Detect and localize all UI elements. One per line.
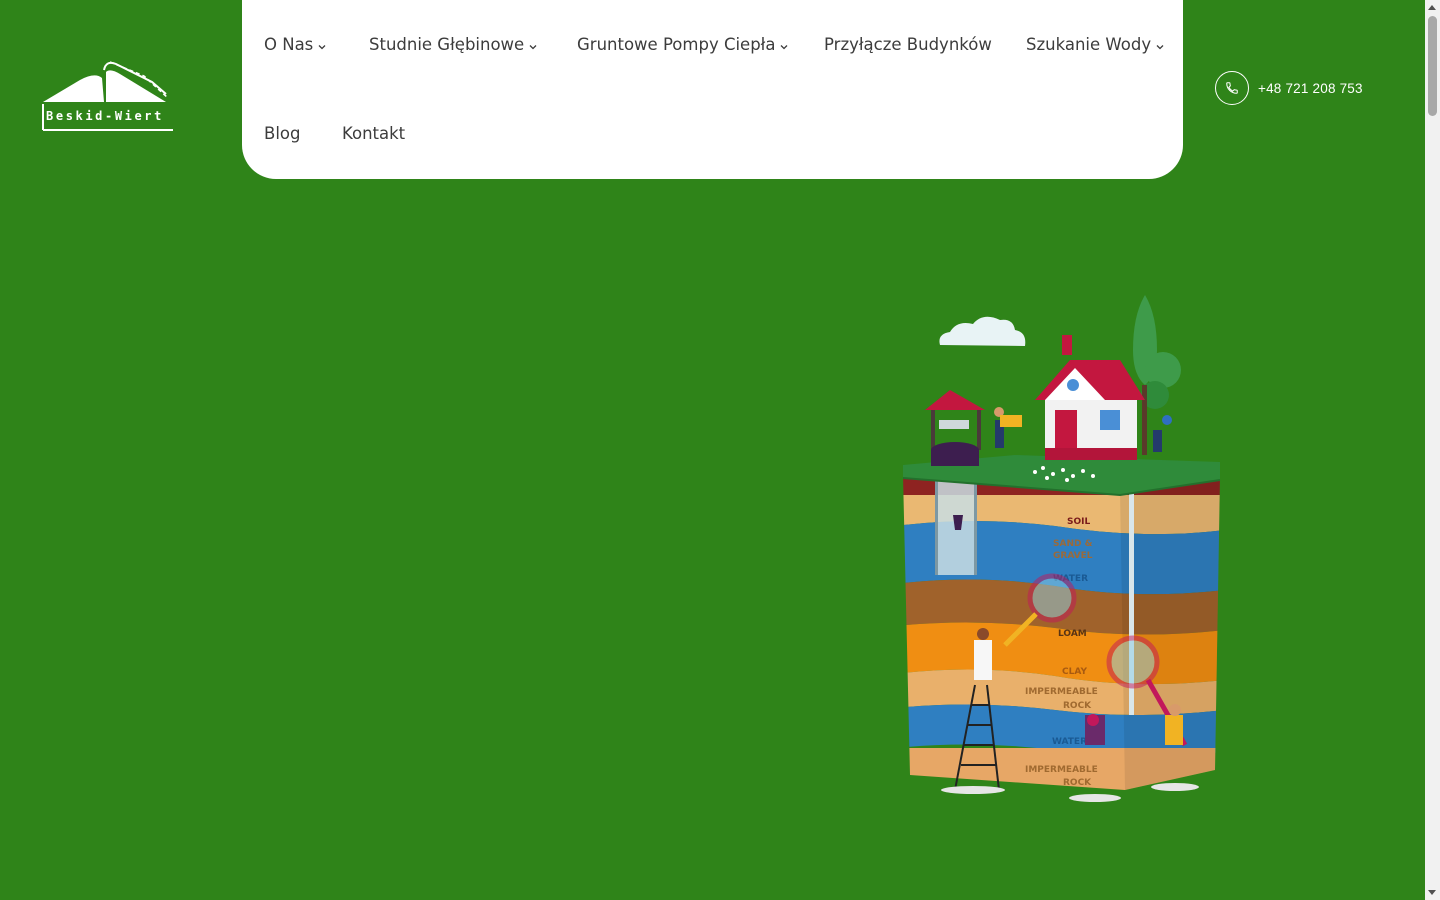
brand-logo[interactable]: Beskid-Wiert	[40, 58, 176, 134]
nav-item-blog[interactable]: Blog	[264, 124, 300, 143]
nav-item-o-nas[interactable]: O Nas	[264, 35, 327, 54]
nav-item-gruntowe-pompy-ciepla[interactable]: Gruntowe Pompy Ciepła	[577, 35, 789, 54]
layer-label-loam: LOAM	[1058, 629, 1087, 639]
nav-item-label: Blog	[264, 124, 301, 143]
nav-item-label: Szukanie Wody	[1026, 35, 1152, 54]
chevron-down-icon	[318, 44, 326, 49]
chevron-down-icon	[1156, 44, 1164, 49]
nav-item-label: O Nas	[264, 35, 314, 54]
layer-label-impermeable: IMPERMEABLE	[1025, 765, 1098, 775]
page: Beskid-Wiert O Nas Studnie Głębinowe Gru…	[0, 0, 1425, 900]
layer-label-rock: ROCK	[1063, 778, 1092, 788]
phone-number: +48 721 208 753	[1258, 80, 1363, 96]
layer-label-water: WATER	[1052, 737, 1087, 747]
nav-item-label: Gruntowe Pompy Ciepła	[577, 35, 776, 54]
layer-label-rock: ROCK	[1063, 701, 1092, 711]
scroll-down-arrow-icon[interactable]	[1428, 890, 1436, 895]
main-navigation: O Nas Studnie Głębinowe Gruntowe Pompy C…	[242, 0, 1183, 179]
nav-item-kontakt[interactable]: Kontakt	[342, 124, 405, 143]
nav-item-studnie-glebinowe[interactable]: Studnie Głębinowe	[369, 35, 538, 54]
nav-item-przylacze-budynkow[interactable]: Przyłącze Budynków	[824, 35, 992, 54]
nav-item-label: Kontakt	[342, 124, 406, 143]
groundwater-layers-illustration: SOIL SAND & GRAVEL WATER LOAM CLAY IMPER…	[895, 290, 1225, 805]
nav-item-label: Studnie Głębinowe	[369, 35, 525, 54]
layer-label-sand: SAND &	[1053, 539, 1093, 549]
vertical-scrollbar[interactable]	[1425, 0, 1440, 900]
layer-label-impermeable: IMPERMEABLE	[1025, 687, 1098, 697]
brand-name: Beskid-Wiert	[46, 109, 164, 123]
nav-item-szukanie-wody[interactable]: Szukanie Wody	[1026, 35, 1165, 54]
chevron-down-icon	[529, 44, 537, 49]
phone-contact-link[interactable]: +48 721 208 753	[1215, 71, 1363, 105]
layer-label-clay: CLAY	[1062, 667, 1087, 677]
scroll-up-arrow-icon[interactable]	[1428, 5, 1436, 10]
chevron-down-icon	[781, 44, 788, 49]
layer-label-gravel: GRAVEL	[1053, 551, 1093, 561]
scrollbar-thumb[interactable]	[1428, 16, 1437, 116]
phone-icon	[1215, 71, 1249, 105]
layer-label-soil: SOIL	[1067, 517, 1090, 527]
nav-item-label: Przyłącze Budynków	[824, 35, 992, 54]
